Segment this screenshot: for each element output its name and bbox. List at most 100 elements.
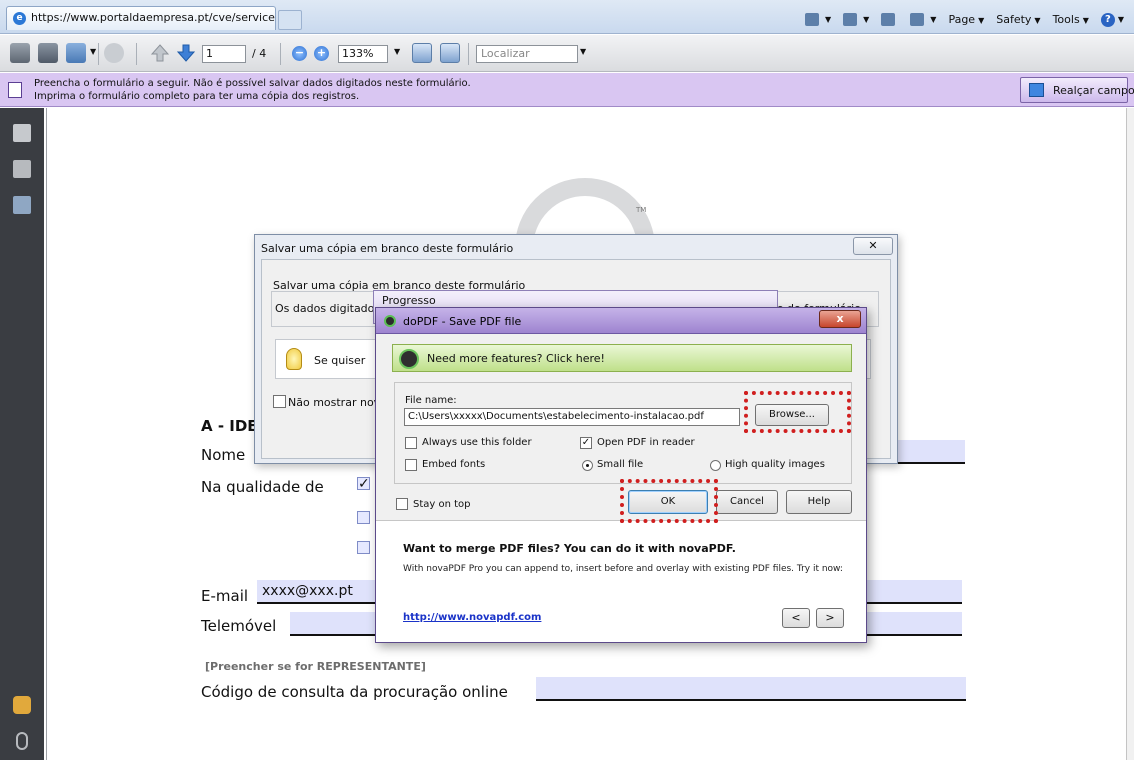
qualidade-checkbox-1[interactable]: ✓: [357, 477, 370, 491]
qualidade-checkbox-2[interactable]: [357, 511, 370, 524]
file-name-input[interactable]: C:\Users\xxxxx\Documents\estabelecimento…: [404, 408, 740, 426]
toolbar-divider: [468, 43, 469, 65]
banner-line-1: Preencha o formulário a seguir. Não é po…: [34, 78, 471, 89]
print-menu-button[interactable]: ▼: [910, 12, 936, 26]
open-in-reader-label: Open PDF in reader: [597, 437, 695, 448]
find-dropdown-caret[interactable]: ▼: [580, 47, 586, 56]
comment-icon[interactable]: [104, 43, 124, 63]
new-tab-button[interactable]: [278, 10, 302, 30]
find-input[interactable]: Localizar: [476, 45, 578, 63]
next-ad-button[interactable]: >: [816, 608, 844, 628]
toolbar-divider: [98, 43, 99, 65]
tools-menu[interactable]: Tools ▼: [1053, 13, 1089, 26]
share-icon[interactable]: [66, 43, 86, 63]
zoom-level-input[interactable]: 133%: [338, 45, 388, 63]
navigation-pane: [0, 108, 44, 760]
mail-icon: [881, 12, 896, 26]
progress-dialog-title: Progresso: [382, 294, 436, 307]
ok-highlight-annotation: [620, 479, 718, 523]
embed-fonts-label: Embed fonts: [422, 459, 486, 470]
small-file-label: Small file: [597, 459, 644, 470]
dont-show-again-checkbox[interactable]: [273, 395, 286, 408]
qualidade-label: Na qualidade de: [201, 478, 324, 496]
browser-tab[interactable]: e https://www.portaldaempresa.pt/cve/ser…: [6, 6, 276, 30]
qualidade-checkbox-3[interactable]: [357, 541, 370, 554]
lightbulb-icon: [286, 348, 302, 370]
browser-tab-bar: e https://www.portaldaempresa.pt/cve/ser…: [0, 0, 1134, 34]
vertical-scrollbar[interactable]: [1126, 108, 1134, 760]
mail-button[interactable]: [881, 12, 898, 26]
always-use-folder-label: Always use this folder: [422, 437, 532, 448]
always-use-folder-checkbox[interactable]: [405, 437, 417, 449]
close-icon[interactable]: ✕: [853, 237, 893, 255]
representante-note: [Preencher se for REPRESENTANTE]: [205, 660, 426, 673]
banner-line-2: Imprima o formulário completo para ter u…: [34, 91, 360, 102]
page-menu[interactable]: Page ▼: [948, 13, 984, 26]
close-icon[interactable]: x: [819, 310, 861, 328]
cancel-button[interactable]: Cancel: [716, 490, 778, 514]
section-title: A - IDE: [201, 417, 258, 435]
safety-menu-label: Safety: [996, 12, 1032, 26]
codigo-field[interactable]: [536, 677, 966, 701]
stay-on-top-checkbox[interactable]: [396, 498, 408, 510]
comment-bubbles-icon[interactable]: [13, 696, 31, 714]
save-dialog-description: Os dados digitado: [275, 302, 375, 315]
merge-ad-description: With novaPDF Pro you can append to, inse…: [403, 564, 843, 574]
merge-ad-title: Want to merge PDF files? You can do it w…: [403, 542, 736, 555]
fullscreen-icon[interactable]: [440, 43, 460, 63]
help-menu[interactable]: ? ▼: [1100, 12, 1124, 27]
nome-label: Nome: [201, 446, 246, 464]
tab-title: https://www.portaldaempresa.pt/cve/servi…: [31, 11, 275, 24]
dont-show-again-label: Não mostrar nova: [288, 396, 387, 409]
feeds-icon: [843, 12, 858, 26]
novapdf-logo-icon: [399, 349, 419, 369]
dopdf-save-dialog: doPDF - Save PDF file x Need more featur…: [375, 307, 867, 643]
logo-trademark: TM: [636, 206, 647, 214]
promo-text: Need more features? Click here!: [427, 352, 605, 365]
printer-icon: [910, 12, 925, 26]
embed-fonts-checkbox[interactable]: [405, 459, 417, 471]
share-dropdown-caret[interactable]: ▼: [90, 47, 96, 56]
save-icon[interactable]: [38, 43, 58, 63]
highlight-fields-button[interactable]: Realçar campos: [1020, 77, 1134, 103]
dopdf-titlebar: doPDF - Save PDF file x: [376, 308, 866, 334]
attachments-icon[interactable]: [13, 160, 31, 178]
file-name-label: File name:: [405, 395, 457, 406]
toolbar-divider: [136, 43, 137, 65]
arrow-down-icon[interactable]: [176, 43, 196, 63]
highlight-fields-label: Realçar campos: [1053, 84, 1134, 97]
help-button[interactable]: Help: [786, 490, 852, 514]
tools-menu-label: Tools: [1052, 12, 1080, 26]
previous-ad-button[interactable]: <: [782, 608, 810, 628]
arrow-up-icon[interactable]: [150, 43, 170, 63]
form-info-banner: Preencha o formulário a seguir. Não é po…: [0, 73, 1134, 107]
form-icon: [8, 82, 22, 98]
paperclip-icon[interactable]: [16, 732, 28, 750]
open-in-reader-checkbox[interactable]: ✓: [580, 437, 592, 449]
command-bar: ▼ ▼ ▼ Page ▼ Safety ▼ Tools ▼ ? ▼: [804, 10, 1124, 28]
banner-message: Preencha o formulário a seguir. Não é po…: [34, 77, 471, 103]
dopdf-logo-icon: [384, 315, 396, 327]
highlight-fields-icon: [1029, 83, 1044, 97]
zoom-out-icon[interactable]: −: [292, 46, 307, 61]
safety-menu[interactable]: Safety ▼: [996, 13, 1040, 26]
print-icon[interactable]: [10, 43, 30, 63]
fit-page-icon[interactable]: [412, 43, 432, 63]
high-quality-radio[interactable]: [710, 460, 721, 471]
pages-icon[interactable]: [13, 124, 31, 142]
telemovel-label: Telemóvel: [201, 617, 277, 635]
small-file-radio[interactable]: [582, 460, 593, 471]
dopdf-title: doPDF - Save PDF file: [403, 315, 522, 328]
page-total: / 4: [252, 47, 267, 60]
high-quality-label: High quality images: [725, 459, 825, 470]
page-number-input[interactable]: 1: [202, 45, 246, 63]
save-dialog-tip-text: Se quiser: [314, 354, 366, 367]
feeds-button[interactable]: ▼: [843, 12, 869, 26]
save-dialog-title: Salvar uma cópia em branco deste formulá…: [261, 242, 514, 255]
novapdf-link[interactable]: http://www.novapdf.com: [403, 612, 541, 623]
promo-banner[interactable]: Need more features? Click here!: [392, 344, 852, 372]
home-button[interactable]: ▼: [804, 12, 831, 26]
sign-icon[interactable]: [13, 196, 31, 214]
zoom-in-icon[interactable]: +: [314, 46, 329, 61]
zoom-dropdown-caret[interactable]: ▼: [394, 47, 400, 56]
